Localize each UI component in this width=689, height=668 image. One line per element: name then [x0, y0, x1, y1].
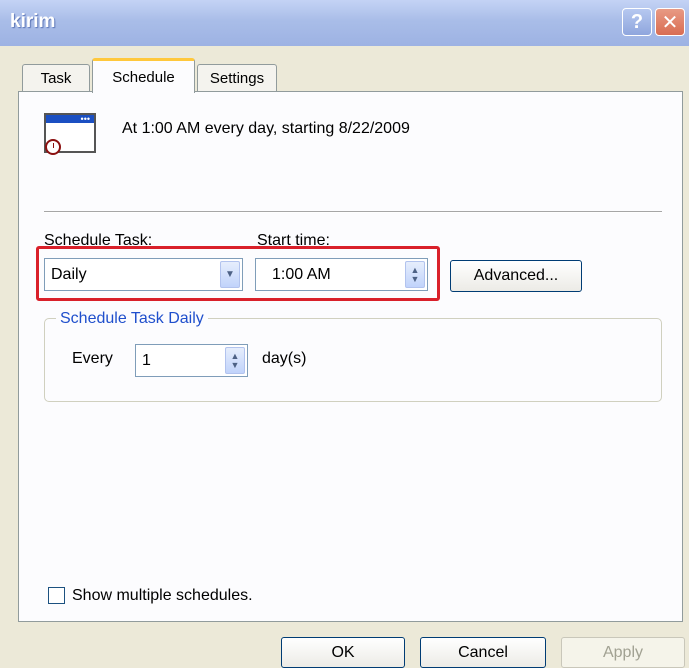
spin-down-icon[interactable]: ▼ [231, 360, 240, 370]
tab-task[interactable]: Task [22, 64, 90, 92]
cancel-button[interactable]: Cancel [420, 637, 546, 668]
tab-settings[interactable]: Settings [197, 64, 277, 92]
every-days-value: 1 [142, 351, 151, 369]
close-button[interactable]: ✕ [655, 8, 685, 36]
help-button[interactable]: ? [622, 8, 652, 36]
schedule-summary: At 1:00 AM every day, starting 8/22/2009 [122, 120, 410, 137]
ok-button[interactable]: OK [281, 637, 405, 668]
question-mark-icon: ? [630, 10, 644, 33]
apply-button[interactable]: Apply [561, 637, 685, 668]
every-days-input[interactable]: 1 ▲ ▼ [135, 344, 248, 377]
show-multiple-label: Show multiple schedules. [72, 587, 253, 604]
show-multiple-checkbox[interactable] [48, 587, 65, 604]
days-unit-label: day(s) [262, 350, 307, 367]
close-x-icon: ✕ [661, 11, 679, 34]
tab-strip: Task Schedule Settings [0, 52, 689, 93]
divider [44, 211, 662, 213]
window-title: kirim [10, 11, 56, 32]
every-days-spinner[interactable]: ▲ ▼ [225, 347, 245, 374]
clock-icon [45, 139, 61, 155]
group-legend: Schedule Task Daily [56, 310, 208, 328]
every-label: Every [72, 350, 113, 367]
advanced-button[interactable]: Advanced... [450, 260, 582, 292]
title-bar: kirim ? ✕ [0, 0, 689, 46]
tab-schedule[interactable]: Schedule [92, 58, 195, 93]
highlight-box [36, 246, 440, 301]
